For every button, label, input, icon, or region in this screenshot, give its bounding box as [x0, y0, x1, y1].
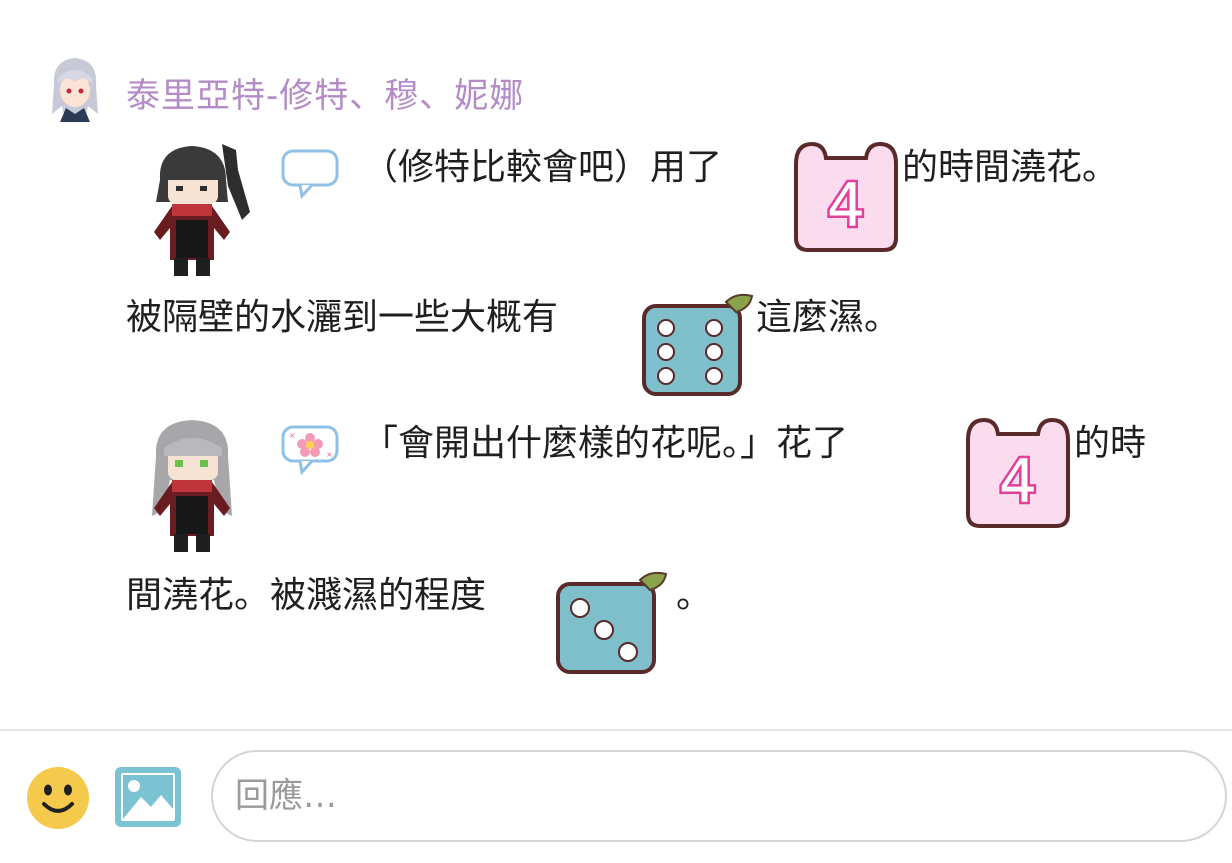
author-name[interactable]: 泰里亞特-修特、穆、妮娜	[126, 68, 524, 117]
dice-result-die-3	[556, 571, 668, 674]
silver-hair-chibi-sprite	[152, 420, 232, 552]
post-text-1a: （修特比較會吧）用了	[362, 147, 723, 188]
flower-bubble-icon: × ×	[281, 425, 339, 476]
speech-bubble-icon	[281, 149, 339, 200]
post-text-4b: 。	[676, 575, 713, 616]
calendar-value: 4	[999, 447, 1037, 517]
post-text-4a: 間澆花。被濺濕的程度	[126, 575, 487, 616]
smiley-icon[interactable]	[26, 766, 90, 830]
divider	[0, 729, 1232, 731]
reply-input[interactable]: 回應…	[211, 750, 1227, 842]
dice-result-calendar-4: 4	[966, 417, 1070, 528]
dark-hair-chibi-sprite	[154, 144, 250, 276]
post-text-3b: 的時	[1074, 423, 1147, 464]
author-avatar[interactable]	[48, 56, 102, 122]
dice-result-die-6	[642, 293, 754, 396]
calendar-value: 4	[827, 171, 865, 241]
dice-result-calendar-4: 4	[794, 141, 898, 252]
svg-text:×: ×	[326, 450, 333, 459]
post-text-1b: 的時間澆花。	[902, 147, 1119, 188]
post-text-3a: 「會開出什麼樣的花呢。」花了	[362, 423, 849, 464]
image-icon[interactable]	[115, 767, 181, 827]
post-text-2b: 這麼濕。	[756, 297, 901, 338]
svg-text:×: ×	[289, 431, 296, 440]
post-text-2a: 被隔壁的水灑到一些大概有	[126, 297, 559, 338]
